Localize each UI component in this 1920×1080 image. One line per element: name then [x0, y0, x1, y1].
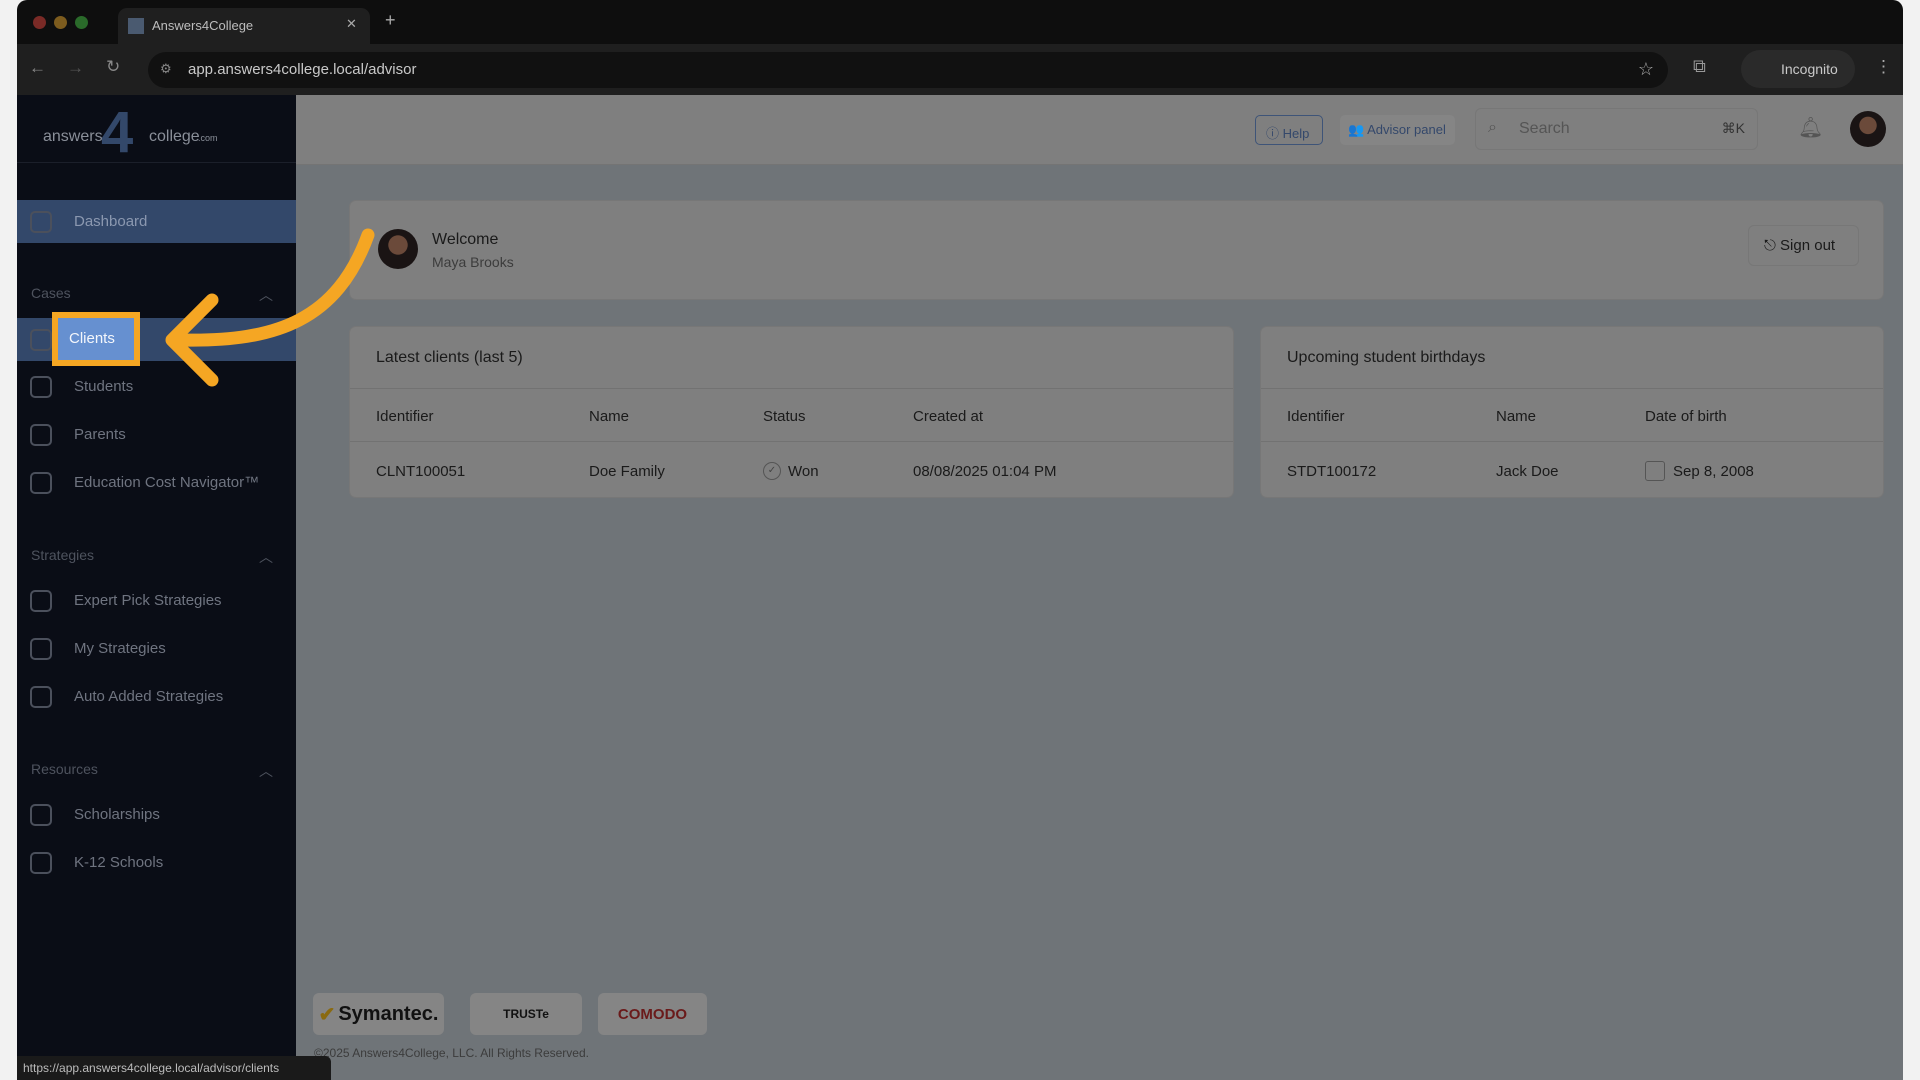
tutorial-arrow — [165, 228, 375, 387]
arrow-shaft — [175, 228, 375, 347]
link-status-bar: https://app.answers4college.local/adviso… — [17, 1056, 331, 1080]
browser-window: Answers4College ✕ + ← → ↻ ⚙ app.answers4… — [17, 0, 1903, 1080]
status-url: https://app.answers4college.local/adviso… — [23, 1061, 280, 1075]
